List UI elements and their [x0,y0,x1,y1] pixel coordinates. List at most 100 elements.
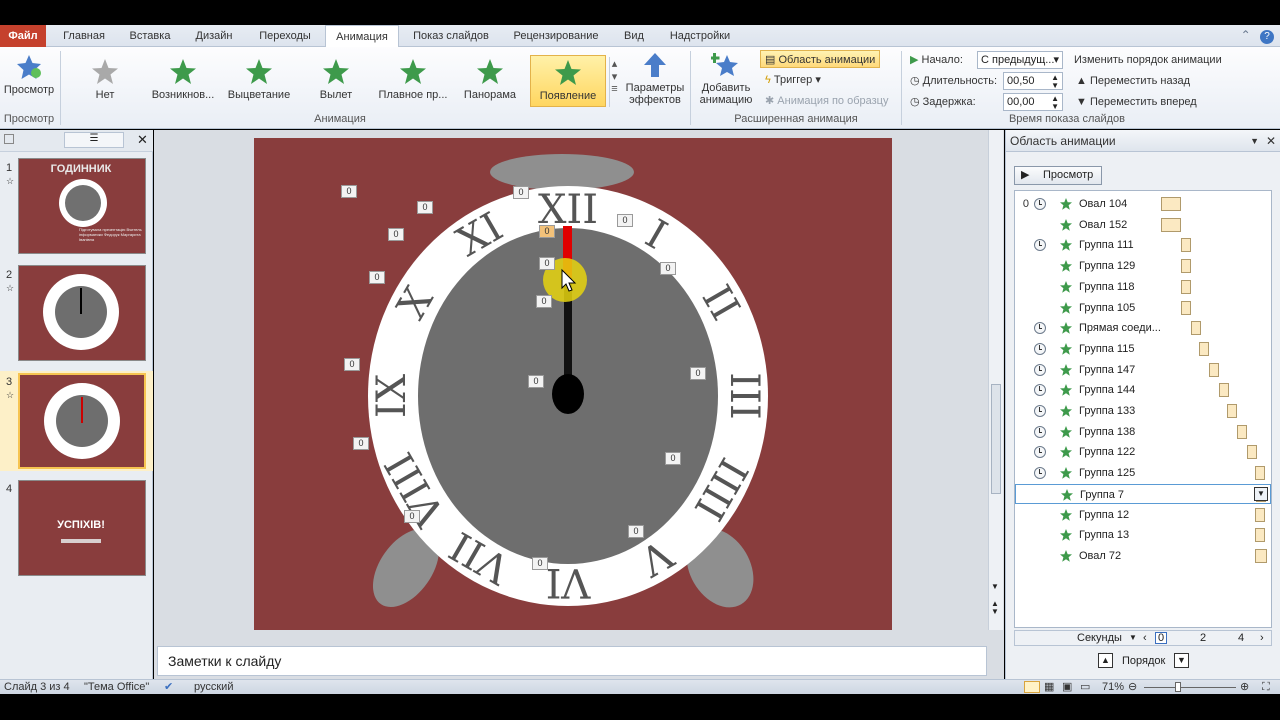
fit-to-window-icon[interactable]: ⛶ [1262,680,1270,694]
animation-list-item[interactable]: Группа 147 [1015,360,1271,380]
minimize-ribbon-icon[interactable]: ⌃ [1241,28,1251,42]
move-back-button[interactable]: ▲ Переместить назад [1076,72,1190,90]
animation-list-item[interactable]: 0 Овал 104 [1015,194,1271,214]
slide-thumb-2[interactable] [18,265,146,361]
animation-list-item[interactable]: Группа 111 [1015,235,1271,255]
tab-file[interactable]: Файл [0,25,46,47]
timing-bar[interactable] [1237,424,1247,439]
timing-bar[interactable] [1255,548,1267,563]
effect-params-button[interactable]: Параметры эффектов [622,51,688,106]
animation-list-item[interactable]: Группа 7 ▼ [1015,483,1271,504]
zoom-slider[interactable] [1144,687,1236,688]
effect-button[interactable]: Возникнов... [148,55,218,107]
animation-order-tag[interactable]: 0 [660,262,676,275]
animation-order-tag[interactable]: 0 [617,214,633,227]
timing-bar[interactable] [1247,445,1257,460]
timing-bar[interactable] [1181,238,1191,253]
theme-name[interactable]: "Тема Office" [84,680,149,694]
animation-order-tag[interactable]: 0 [417,201,433,214]
slides-tab-icon[interactable] [4,134,14,144]
animation-order-tag[interactable]: 0 [528,375,544,388]
effect-button[interactable]: Панорама [457,55,523,107]
animation-order-tag[interactable]: 0 [341,185,357,198]
animation-list-item[interactable]: Группа 12 [1015,505,1271,525]
animation-list-item[interactable]: Овал 72 [1015,546,1271,566]
notes-field[interactable]: Заметки к слайду [157,646,987,676]
normal-view-icon[interactable] [1024,681,1040,693]
animation-order-tag[interactable]: 0 [536,295,552,308]
animation-list-item[interactable]: Группа 133 [1015,401,1271,421]
animation-order-tag[interactable]: 0 [539,225,555,238]
zoom-slider-thumb[interactable] [1175,682,1181,692]
gallery-scroll[interactable]: ▴ ▾ ≡ [609,57,619,107]
slide-thumb-3[interactable] [18,373,146,469]
animation-list-item[interactable]: Группа 115 [1015,339,1271,359]
effect-button[interactable]: Нет [72,55,138,107]
animation-list-item[interactable]: Группа 129 [1015,256,1271,276]
timing-bar[interactable] [1227,404,1237,418]
chevron-right-icon[interactable]: › [1260,631,1264,645]
anim-by-sample-button[interactable]: ✱ Анимация по образцу [765,92,888,110]
timing-bar[interactable] [1181,259,1191,274]
move-up-icon[interactable]: ▲ [1098,653,1113,668]
spinner-icon[interactable]: ▲ ▼ [1051,95,1059,111]
animation-list-item[interactable]: Группа 122 [1015,442,1271,462]
outline-tab-icon[interactable]: ☰ [64,132,124,148]
slide-sorter-icon[interactable]: ▦ [1044,680,1054,694]
duration-input[interactable]: 00,50 ▲ ▼ [1003,72,1063,90]
effect-button[interactable]: Плавное пр... [376,55,450,107]
zoom-out-icon[interactable]: ⊖ [1128,680,1137,694]
animation-list-item[interactable]: Группа 118 [1015,277,1271,297]
help-icon[interactable]: ? [1260,30,1274,44]
animation-list-item[interactable]: Прямая соеди... [1015,318,1271,338]
chevron-down-icon[interactable]: ▼ [1129,631,1137,645]
animation-list-item[interactable]: Группа 13 [1015,525,1271,545]
timeline-label[interactable]: Секунды [1077,631,1122,645]
timing-bar[interactable] [1209,362,1219,377]
tab-insert[interactable]: Вставка [120,25,180,47]
effect-button[interactable]: Выцветание [224,55,294,107]
spellcheck-icon[interactable]: ✔ [164,680,173,694]
page-nav-icon[interactable]: ▲ ▼ [991,600,999,616]
tab-transitions[interactable]: Переходы [250,25,320,47]
animation-order-tag[interactable]: 0 [513,186,529,199]
slide-scrollbar[interactable]: ▼ ▲ ▼ [988,130,1003,630]
tab-review[interactable]: Рецензирование [504,25,608,47]
add-animation-button[interactable]: Добавить анимацию [694,51,758,106]
pane-play-button[interactable]: ▶ Просмотр [1014,166,1102,185]
timing-bar[interactable] [1255,507,1265,522]
animation-list-item[interactable]: Группа 105 [1015,298,1271,318]
timing-bar[interactable] [1219,383,1229,398]
start-select[interactable]: С предыдущ... ▾ [977,51,1063,69]
tab-design[interactable]: Дизайн [186,25,242,47]
slide-thumb-4[interactable]: УСПІХІВ! [18,480,146,576]
move-forward-button[interactable]: ▼ Переместить вперед [1076,93,1197,111]
close-icon[interactable]: ✕ [1266,130,1276,152]
timing-bar[interactable] [1255,466,1265,481]
chevron-left-icon[interactable]: ‹ [1143,631,1147,645]
chevron-down-icon[interactable]: ▼ [1254,486,1268,501]
tab-home[interactable]: Главная [54,25,114,47]
slide-thumb-1[interactable]: ГОДИННИК Підготувала презентацію Вчитель… [18,158,146,254]
slide-canvas[interactable]: XII I II III IIII V VI VII VIII IX X XI 00000000000… [254,138,892,630]
zoom-in-icon[interactable]: ⊕ [1240,680,1249,694]
chevron-down-icon[interactable]: ▼ [1250,130,1259,152]
animation-order-tag[interactable]: 0 [353,437,369,450]
close-icon[interactable]: ✕ [137,132,148,148]
reading-view-icon[interactable]: ▣ [1062,680,1072,694]
animation-list-item[interactable]: Группа 138 [1015,422,1271,442]
move-down-icon[interactable]: ▼ [1174,653,1189,668]
slideshow-icon[interactable]: ▭ [1080,680,1090,694]
animation-order-tag[interactable]: 0 [628,525,644,538]
timing-bar[interactable] [1161,197,1181,211]
timing-bar[interactable] [1181,300,1191,315]
trigger-button[interactable]: ϟ Триггер ▾ [765,71,821,89]
timing-bar[interactable] [1255,528,1265,543]
animation-order-tag[interactable]: 0 [539,257,555,270]
animation-order-tag[interactable]: 0 [665,452,681,465]
timing-bar[interactable] [1161,217,1181,232]
spinner-icon[interactable]: ▲ ▼ [1051,74,1059,90]
arrow-down-icon[interactable]: ▼ [991,582,999,591]
preview-button[interactable]: Просмотр [2,53,56,96]
timing-bar[interactable] [1191,321,1201,336]
